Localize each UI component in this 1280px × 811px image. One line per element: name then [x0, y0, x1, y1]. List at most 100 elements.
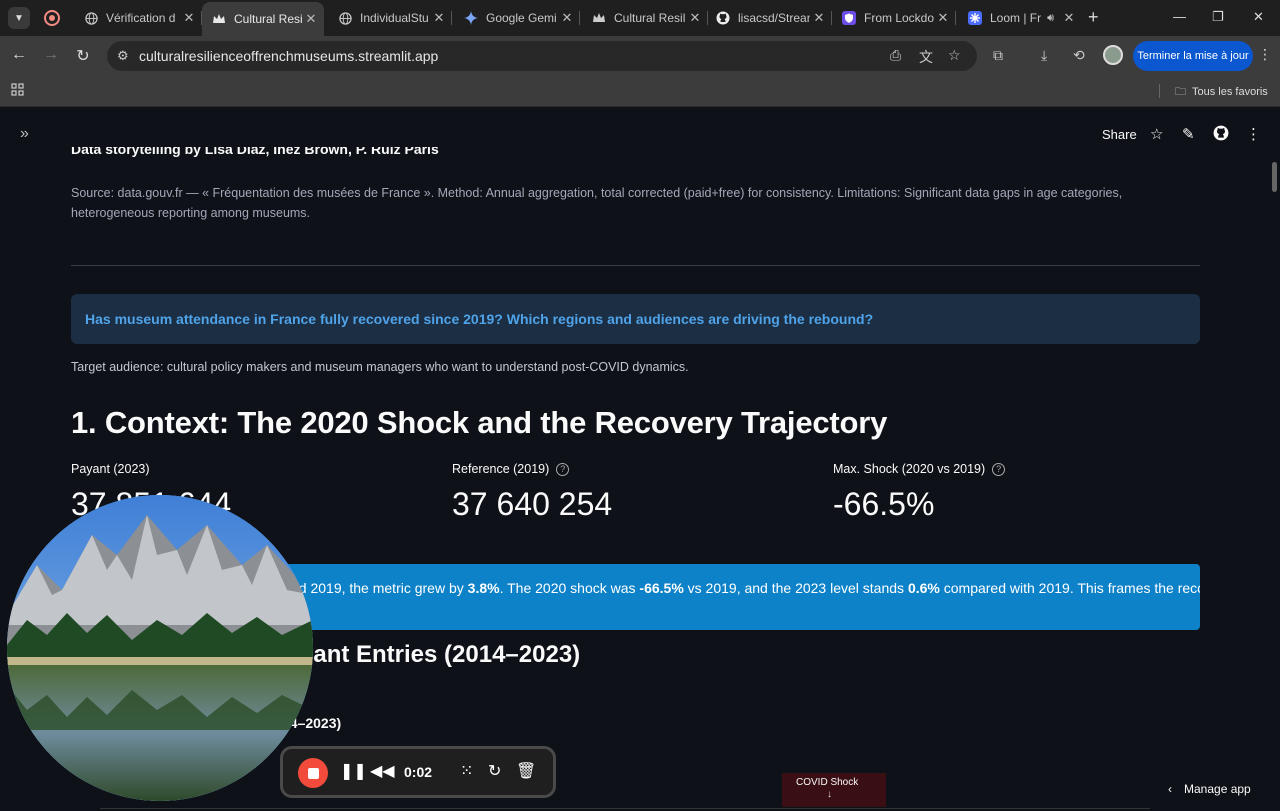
tab-cultural-resilience-2[interactable]: Cultural Resili ✕	[582, 4, 708, 32]
page-scrollbar[interactable]	[1272, 162, 1277, 192]
browser-menu-icon[interactable]: ⋮	[1258, 46, 1272, 63]
new-tab-plus-icon[interactable]: +	[1088, 8, 1099, 26]
github-icon	[716, 11, 730, 25]
close-tab-icon[interactable]: ✕	[180, 10, 198, 26]
rewind-icon[interactable]: ◀◀	[370, 761, 395, 781]
chevron-left-icon: ‹	[1168, 782, 1172, 796]
favorite-star-icon[interactable]: ☆	[1150, 125, 1163, 143]
close-tab-icon[interactable]: ✕	[934, 10, 952, 26]
restore-window-icon[interactable]: ❐	[1212, 9, 1224, 25]
tab-from-lockdown[interactable]: From Lockdo ✕	[832, 4, 956, 32]
browser-tab-strip: ▼ Vérification d ✕ Cultural Resili ✕ Ind…	[0, 0, 1280, 36]
tab-title: Loom | Fr	[990, 11, 1042, 25]
bookmark-star-icon[interactable]: ☆	[948, 47, 961, 64]
manage-app-button[interactable]: ‹ Manage app	[1168, 782, 1251, 796]
research-question-text: Has museum attendance in France fully re…	[85, 311, 874, 327]
install-app-icon[interactable]: ⎙	[890, 47, 901, 64]
manage-app-label: Manage app	[1184, 782, 1251, 796]
covid-shock-annotation: COVID Shock	[782, 773, 886, 807]
help-question-icon[interactable]: ?	[556, 462, 570, 476]
folder-icon: 🗀︎	[1175, 86, 1186, 98]
tab-title: Cultural Resili	[234, 12, 302, 26]
all-bookmarks-folder[interactable]: 🗀︎ Tous les favoris	[1175, 83, 1268, 102]
github-icon[interactable]	[1213, 125, 1229, 145]
tab-verification[interactable]: Vérification d ✕	[74, 4, 202, 32]
close-tab-icon[interactable]: ✕	[558, 10, 576, 26]
tab-title: IndividualStu	[360, 11, 429, 25]
metric-label: Payant (2023)	[71, 462, 150, 476]
insight-growth-value: 3.8%	[467, 580, 500, 596]
close-tab-icon[interactable]: ✕	[430, 10, 448, 26]
shield-icon	[842, 11, 856, 25]
back-arrow-icon[interactable]: ←	[9, 46, 29, 64]
globe-icon	[84, 11, 98, 25]
close-tab-icon[interactable]: ✕	[810, 10, 828, 26]
chart-section-title: yant Entries (2014–2023)	[300, 641, 581, 668]
delete-trash-icon[interactable]: 🗑︎	[516, 761, 536, 781]
app-menu-icon[interactable]: ⋮	[1246, 125, 1261, 143]
insight-text: nd 2019, the metric grew by	[291, 580, 468, 596]
recorder-control-bar: ❚❚ ◀◀ 0:02 ⁙ ↻ 🗑︎	[280, 746, 556, 798]
mountain-lake-image	[7, 495, 313, 801]
restart-icon[interactable]: ↻	[488, 761, 501, 781]
insight-text: compared with 2019. This frames the reco…	[943, 580, 1200, 596]
share-button[interactable]: Share	[1102, 127, 1137, 142]
performance-icon[interactable]: ⟲	[1073, 47, 1085, 64]
download-icon[interactable]: ⤓	[1041, 47, 1047, 64]
webcam-bubble[interactable]	[7, 495, 313, 801]
tab-search-chevron-icon[interactable]: ▼	[8, 7, 30, 29]
drawing-tools-icon[interactable]: ⁙	[460, 761, 473, 781]
tab-title: Google Gemi	[486, 11, 557, 25]
browser-toolbar: ← → ↻ ⚙︎ culturalresilienceoffrenchmuseu…	[0, 36, 1280, 76]
tab-title: From Lockdo	[864, 11, 934, 25]
data-source-note: Source: data.gouv.fr — « Fréquentation d…	[71, 186, 1123, 220]
divider	[71, 265, 1200, 266]
metric-value: 37 640 254	[452, 486, 613, 522]
tab-individual-study[interactable]: IndividualStu ✕	[328, 4, 452, 32]
insight-text: . The 2020 shock was	[499, 580, 640, 596]
stop-recording-button[interactable]	[298, 758, 328, 788]
close-window-icon[interactable]: ✕	[1253, 9, 1264, 25]
insight-level-value: 0.6%	[907, 580, 940, 596]
insight-text: vs 2019, and the 2023 level stands	[683, 580, 908, 596]
metric-label: Max. Shock (2020 vs 2019)	[833, 462, 986, 476]
globe-icon	[338, 11, 352, 25]
close-tab-icon[interactable]: ✕	[302, 11, 320, 27]
tab-cultural-resilience-active[interactable]: Cultural Resili ✕	[202, 2, 324, 36]
research-question-box: Has museum attendance in France fully re…	[71, 294, 1200, 344]
streamlit-crown-icon	[592, 11, 606, 25]
translate-icon[interactable]: 文	[919, 47, 933, 67]
tab-title: lisacsd/Strean	[738, 11, 810, 25]
apps-grid-icon[interactable]	[11, 83, 24, 99]
url-text: culturalresilienceoffrenchmuseums.stream…	[139, 48, 439, 64]
speaker-icon[interactable]: 🔊︎	[1047, 12, 1054, 25]
expand-sidebar-chevrons-icon[interactable]: »	[20, 125, 29, 143]
insight-shock-value: -66.5%	[639, 580, 684, 596]
annotation-arrow-icon: ↓	[827, 789, 832, 800]
forward-arrow-icon[interactable]: →	[41, 46, 61, 64]
metric-value: -66.5%	[833, 486, 935, 522]
tab-title: Vérification d	[106, 11, 176, 25]
tab-google-gemini[interactable]: Google Gemi ✕	[454, 4, 580, 32]
site-settings-icon[interactable]: ⚙︎	[117, 48, 129, 64]
address-bar[interactable]: ⚙︎ culturalresilienceoffrenchmuseums.str…	[107, 41, 977, 71]
authors-heading-text: Data storytelling by Lisa Diaz, Inez Bro…	[71, 147, 439, 157]
streamlit-crown-icon	[212, 12, 226, 26]
tab-loom[interactable]: Loom | Fr 🔊︎ ✕	[958, 4, 1082, 32]
gemini-sparkle-icon	[464, 11, 478, 25]
minimize-icon[interactable]: —	[1173, 9, 1186, 24]
extensions-puzzle-icon[interactable]: ⧉	[993, 47, 1003, 64]
reload-icon[interactable]: ↻	[73, 46, 93, 66]
update-browser-button[interactable]: Terminer la mise à jour	[1133, 41, 1253, 71]
recording-indicator-icon[interactable]	[44, 10, 60, 26]
profile-avatar[interactable]	[1103, 45, 1123, 65]
recording-timer: 0:02	[404, 764, 433, 780]
bookmarks-bar: 🗀︎ Tous les favoris	[0, 76, 1280, 107]
metric-max-shock: Max. Shock (2020 vs 2019)? -66.5%	[833, 462, 1006, 523]
help-question-icon[interactable]: ?	[992, 462, 1006, 476]
close-tab-icon[interactable]: ✕	[686, 10, 704, 26]
tab-github-repo[interactable]: lisacsd/Strean ✕	[706, 4, 832, 32]
pause-icon[interactable]: ❚❚	[340, 761, 367, 781]
edit-pencil-icon[interactable]: ✎	[1182, 125, 1195, 143]
close-tab-icon[interactable]: ✕	[1060, 10, 1078, 26]
